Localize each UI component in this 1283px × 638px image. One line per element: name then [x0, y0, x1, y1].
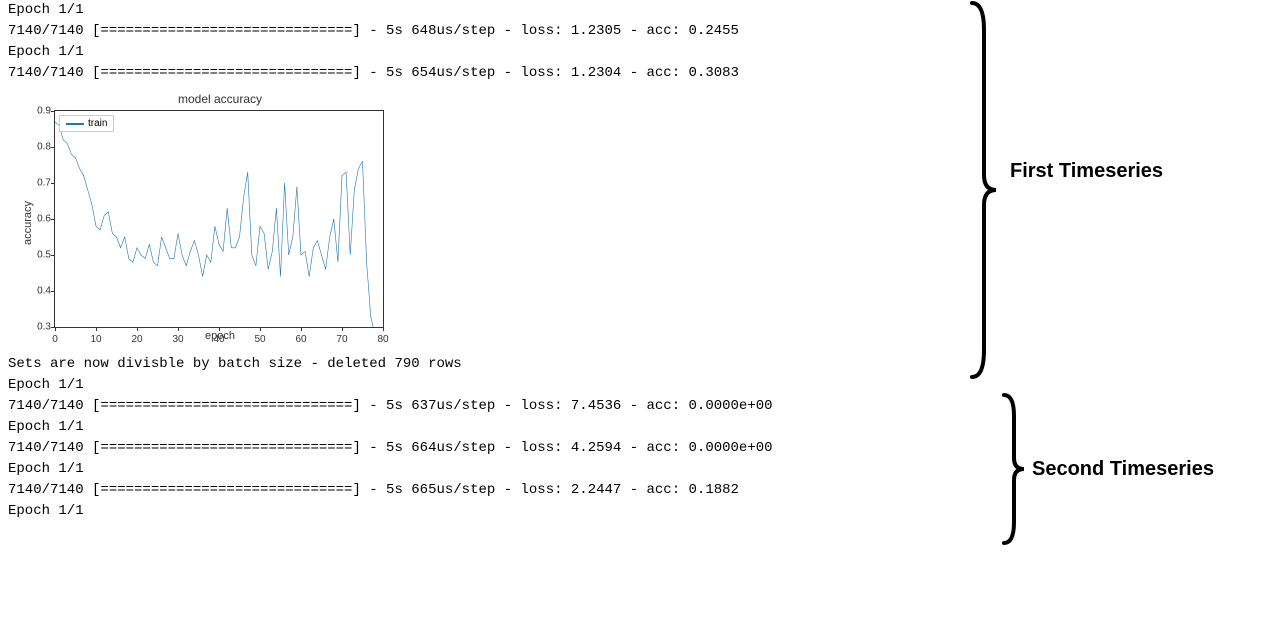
console-line: 7140/7140 [=============================…	[0, 396, 1283, 417]
bracket-first	[970, 0, 1000, 380]
console-line: Epoch 1/1	[0, 0, 1283, 21]
x-tick: 20	[131, 334, 142, 345]
console-line: Epoch 1/1	[0, 42, 1283, 63]
x-tick: 0	[52, 334, 58, 345]
x-tick: 70	[336, 334, 347, 345]
console-line: Epoch 1/1	[0, 375, 1283, 396]
console-line: 7140/7140 [=============================…	[0, 480, 1283, 501]
plot-area: 0.9 0.8 0.7 0.6 0.5 0.4 0.3 0 10 20 30 4…	[54, 110, 384, 328]
y-tick: 0.9	[25, 106, 51, 117]
x-tick: 40	[213, 334, 224, 345]
console-line: Sets are now divisble by batch size - de…	[0, 354, 1283, 375]
x-tick: 60	[295, 334, 306, 345]
console-line: 7140/7140 [=============================…	[0, 63, 1283, 84]
chart-title: model accuracy	[10, 92, 400, 106]
y-tick: 0.6	[25, 214, 51, 225]
x-tick: 10	[90, 334, 101, 345]
y-tick: 0.5	[25, 249, 51, 260]
console-line: Epoch 1/1	[0, 501, 1283, 522]
x-tick: 50	[254, 334, 265, 345]
label-second-timeseries: Second Timeseries	[1032, 458, 1214, 481]
console-line: Epoch 1/1	[0, 417, 1283, 438]
label-first-timeseries: First Timeseries	[1010, 160, 1163, 183]
y-tick: 0.3	[25, 322, 51, 333]
chart-legend: train	[59, 115, 114, 132]
bracket-second	[1002, 392, 1028, 546]
x-tick: 30	[172, 334, 183, 345]
y-tick: 0.4	[25, 285, 51, 296]
console-line: 7140/7140 [=============================…	[0, 21, 1283, 42]
legend-label: train	[88, 118, 107, 129]
console-line: 7140/7140 [=============================…	[0, 438, 1283, 459]
y-tick: 0.7	[25, 177, 51, 188]
y-tick: 0.8	[25, 141, 51, 152]
line-series	[55, 111, 383, 327]
x-tick: 80	[377, 334, 388, 345]
accuracy-chart: model accuracy accuracy 0.9 0.8 0.7 0.6 …	[10, 92, 400, 342]
legend-swatch	[66, 123, 84, 125]
